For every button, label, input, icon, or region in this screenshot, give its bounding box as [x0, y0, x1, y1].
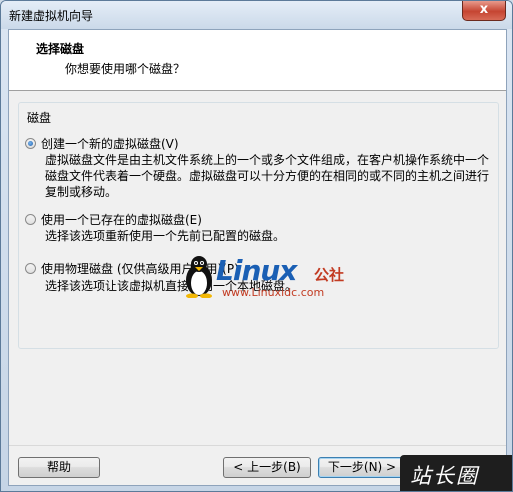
radio-button-checked-icon[interactable]: [25, 138, 36, 149]
help-button[interactable]: 帮助: [18, 457, 100, 478]
tux-penguin-icon: [186, 256, 212, 298]
radio-create-new-disk[interactable]: 创建一个新的虚拟磁盘(V): [25, 135, 179, 152]
description-create-new-disk: 虚拟磁盘文件是由主机文件系统上的一个或多个文件组成，在客户机操作系统中一个磁盘文…: [45, 153, 490, 199]
description-use-existing-disk: 选择该选项重新使用一个先前已配置的磁盘。: [45, 229, 286, 243]
next-button[interactable]: 下一步(N) >: [318, 457, 406, 478]
title-bar[interactable]: 新建虚拟机向导 x: [1, 1, 512, 29]
linuxidc-watermark: Linux 公社 www.Linuxidc.com: [182, 250, 362, 310]
radio-use-existing-disk[interactable]: 使用一个已存在的虚拟磁盘(E): [25, 211, 202, 228]
page-subtitle: 你想要使用哪个磁盘？: [65, 62, 186, 76]
wizard-window: 新建虚拟机向导 x 选择磁盘 你想要使用哪个磁盘？ 磁盘 创建一个新的虚拟磁盘(…: [0, 0, 513, 492]
watermark-url: www.Linuxidc.com: [222, 286, 325, 299]
radio-label-create-new-disk: 创建一个新的虚拟磁盘(V): [41, 137, 179, 151]
page-title: 选择磁盘: [36, 42, 85, 56]
window-title: 新建虚拟机向导: [9, 9, 94, 23]
radio-button-icon[interactable]: [25, 214, 36, 225]
back-button[interactable]: < 上一步(B): [223, 457, 311, 478]
watermark-brand-cn: 公社: [314, 266, 345, 284]
zhanzhangquan-badge: 站长圈: [400, 455, 512, 491]
radio-label-use-existing-disk: 使用一个已存在的虚拟磁盘(E): [41, 213, 202, 227]
close-button[interactable]: x: [462, 1, 506, 21]
wizard-header: 选择磁盘 你想要使用哪个磁盘？: [9, 30, 506, 91]
footer-separator: [9, 445, 506, 446]
radio-button-icon[interactable]: [25, 263, 36, 274]
watermark-brand: Linux: [216, 254, 297, 287]
close-icon: x: [479, 2, 489, 17]
corner-badge-text: 站长圈: [410, 464, 479, 488]
disk-group-label: 磁盘: [25, 109, 54, 126]
wizard-client-area: 选择磁盘 你想要使用哪个磁盘？ 磁盘 创建一个新的虚拟磁盘(V) 虚拟磁盘文件是…: [8, 29, 507, 486]
